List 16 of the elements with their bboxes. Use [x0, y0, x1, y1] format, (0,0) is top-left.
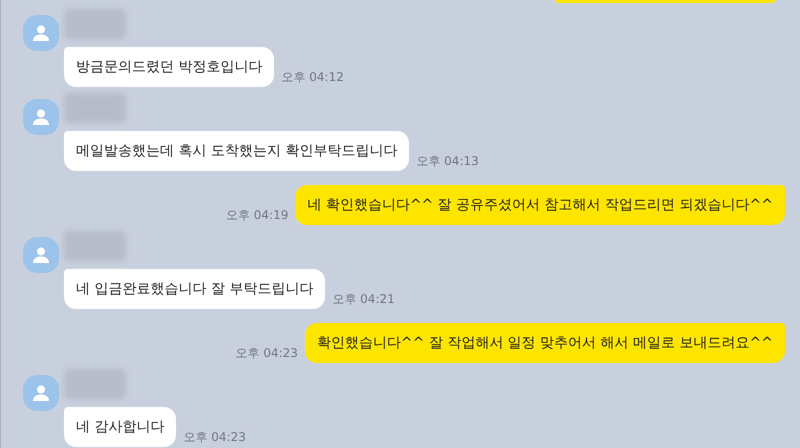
- message-time: 오후 04:23: [236, 345, 298, 362]
- message-bubble: 네 감사합니다: [64, 407, 176, 447]
- message-bubble: 네 입금완료했습니다 잘 부탁드립니다: [64, 269, 326, 309]
- message-time: 오후 04:21: [332, 291, 395, 308]
- message-bubble: 방금문의드렸던 박정호입니다: [64, 47, 274, 87]
- avatar-icon[interactable]: [23, 375, 59, 411]
- message-time: 오후 04:19: [226, 207, 288, 224]
- message-time: 오후 04:23: [183, 429, 246, 446]
- avatar-icon[interactable]: [23, 237, 59, 273]
- avatar-icon[interactable]: [23, 15, 59, 51]
- avatar-icon[interactable]: [23, 99, 59, 135]
- message-bubble: 메일발송했는데 혹시 도착했는지 확인부탁드립니다: [64, 131, 410, 171]
- message-bubble: 확인했습니다^^ 잘 작업해서 일정 맞추어서 해서 메일로 보내드려요^^: [304, 323, 785, 363]
- message-bubble: 네 확인했습니다^^ 잘 공유주셨어서 참고해서 작업드리면 되겠습니다^^: [295, 185, 785, 225]
- message-time: 오후 04:13: [416, 153, 479, 170]
- message-time: 오후 04:12: [281, 69, 344, 86]
